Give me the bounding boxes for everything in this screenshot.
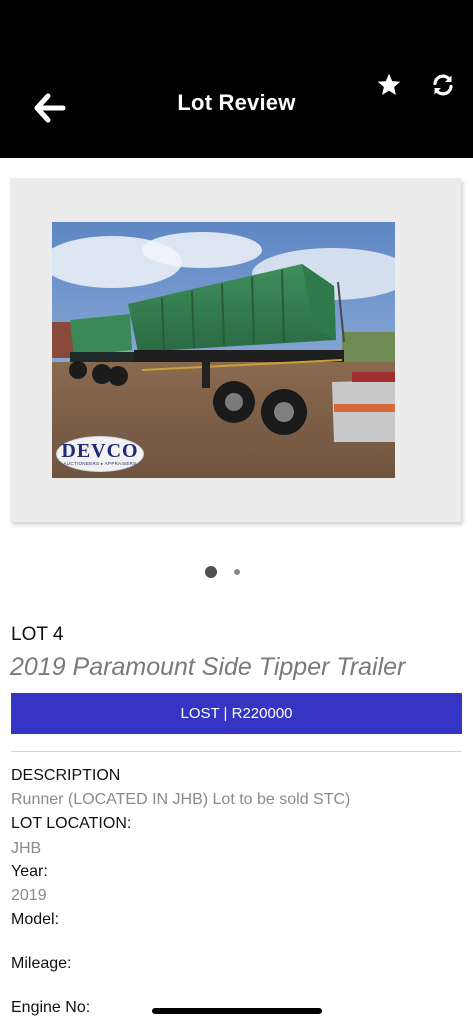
year-label: Year: [11,863,48,880]
image-carousel[interactable]: DEVCO AUCTIONEERS ▸ APPRAISERS [10,178,461,522]
lot-title: 2019 Paramount Side Tipper Trailer [10,653,406,681]
mileage-label: Mileage: [11,955,72,972]
model-label: Model: [11,911,60,928]
devco-logo: DEVCO AUCTIONEERS ▸ APPRAISERS [56,436,144,472]
refresh-button[interactable] [428,70,458,100]
location-value: JHB [11,840,42,857]
refresh-icon [433,74,453,96]
engine-label: Engine No: [11,999,91,1016]
carousel-pagination [0,565,473,579]
pagination-dot[interactable] [234,569,240,575]
year-value: 2019 [11,887,47,904]
lot-status-text: LOST | R220000 [180,705,293,722]
lot-status-banner[interactable]: LOST | R220000 [11,693,462,734]
description-value: Runner (LOCATED IN JHB) Lot to be sold S… [11,791,351,808]
star-icon [377,73,401,95]
logo-brand: DEVCO [61,440,139,463]
location-label: LOT LOCATION: [11,815,132,832]
logo-tagline: AUCTIONEERS ▸ APPRAISERS [63,461,137,467]
favorite-button[interactable] [374,70,404,100]
app-header: Lot Review [0,0,473,158]
lot-number: LOT 4 [11,624,64,645]
home-indicator[interactable] [152,1008,322,1014]
pagination-dot-active[interactable] [205,566,217,578]
description-label: DESCRIPTION [11,767,121,784]
lot-photo[interactable]: DEVCO AUCTIONEERS ▸ APPRAISERS [52,222,395,478]
divider [11,751,462,752]
